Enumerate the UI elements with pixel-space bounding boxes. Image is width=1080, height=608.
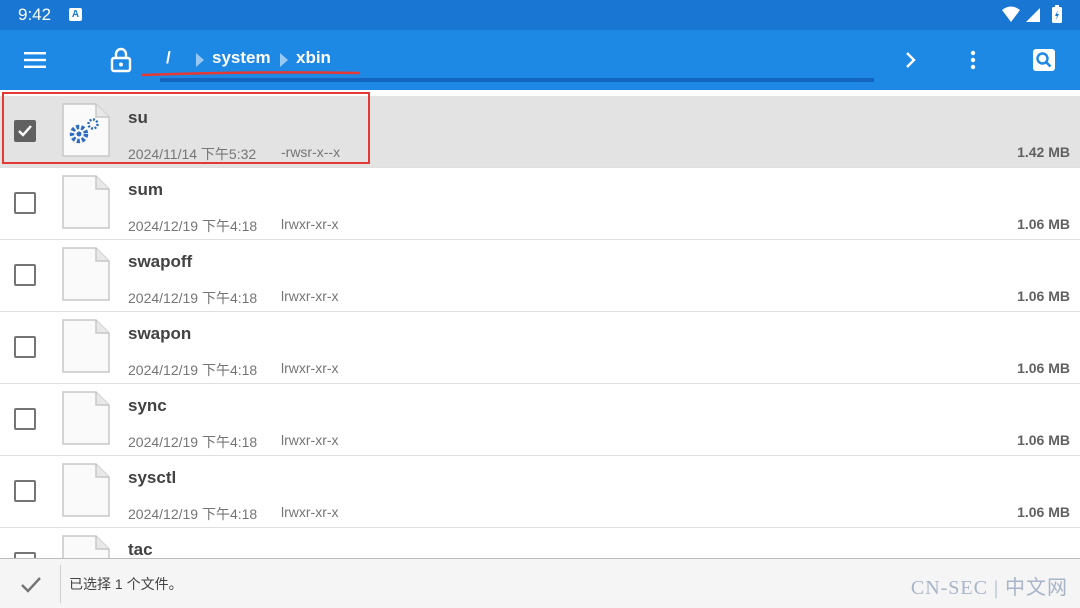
file-permissions: lrwxr-xr-x: [281, 216, 339, 232]
file-row[interactable]: sum 2024/12/19 下午4:18 lrwxr-xr-x 1.06 MB: [0, 168, 1080, 240]
file-date: 2024/12/19 下午4:18: [128, 362, 258, 378]
status-icons: [1002, 5, 1062, 23]
file-size: 1.06 MB: [1017, 432, 1070, 448]
file-name: swapoff: [128, 252, 193, 271]
blank-file-icon: [62, 319, 110, 373]
file-size: 1.06 MB: [1017, 216, 1070, 232]
path-scroll-indicator: [160, 78, 874, 82]
selection-status-text: 已选择 1 个文件。: [69, 576, 183, 592]
blank-file-icon: [62, 463, 110, 517]
menu-button[interactable]: [10, 30, 60, 90]
file-permissions: lrwxr-xr-x: [281, 288, 339, 304]
check-icon: [18, 125, 32, 137]
row-checkbox[interactable]: [14, 192, 36, 214]
signal-icon: [1026, 8, 1040, 22]
status-time: 9:42: [18, 5, 52, 24]
file-manager-screen: 9:42 A / system xbin su 2024/11/14 下午5:3…: [0, 0, 1080, 608]
hamburger-menu-icon: [24, 52, 46, 68]
file-permissions: lrwxr-xr-x: [281, 360, 339, 376]
blank-file-icon: [62, 535, 110, 558]
file-name: sysctl: [128, 468, 177, 487]
file-row[interactable]: swapoff 2024/12/19 下午4:18 lrwxr-xr-x 1.0…: [0, 240, 1080, 312]
more-options-button[interactable]: [948, 30, 998, 90]
breadcrumb-system[interactable]: system: [212, 48, 271, 68]
blank-file-icon: [62, 247, 110, 301]
notification-a-icon: A: [69, 8, 82, 21]
file-name: swapon: [128, 324, 192, 343]
breadcrumb-xbin[interactable]: xbin: [296, 48, 331, 68]
more-vert-icon: [970, 50, 976, 70]
file-size: 1.06 MB: [1017, 360, 1070, 376]
file-row[interactable]: tac: [0, 528, 1080, 558]
search-button[interactable]: [1019, 30, 1069, 90]
row-checkbox[interactable]: [14, 264, 36, 286]
red-annotation-underline: [141, 71, 361, 77]
toolbar: / system xbin: [0, 30, 1080, 90]
watermark: CN-SEC | 中文网: [910, 577, 1068, 599]
lock-button[interactable]: [96, 30, 146, 90]
status-bar: 9:42 A: [0, 0, 1080, 30]
file-date: 2024/11/14 下午5:32: [128, 146, 257, 162]
bottom-action-bar: 已选择 1 个文件。 CN-SEC | 中文网: [0, 558, 1080, 608]
breadcrumb-root[interactable]: /: [166, 48, 171, 68]
chevron-right-icon: [906, 52, 916, 68]
file-date: 2024/12/19 下午4:18: [128, 290, 258, 306]
forward-button[interactable]: [886, 30, 936, 90]
file-size: 1.06 MB: [1017, 288, 1070, 304]
lock-icon: [110, 47, 132, 73]
file-date: 2024/12/19 下午4:18: [128, 434, 258, 450]
done-check-icon[interactable]: [18, 572, 44, 598]
file-row[interactable]: swapon 2024/12/19 下午4:18 lrwxr-xr-x 1.06…: [0, 312, 1080, 384]
file-row[interactable]: sysctl 2024/12/19 下午4:18 lrwxr-xr-x 1.06…: [0, 456, 1080, 528]
file-date: 2024/12/19 下午4:18: [128, 218, 258, 234]
breadcrumb-separator-icon: [280, 53, 288, 67]
battery-icon: [1052, 5, 1062, 23]
file-permissions: -rwsr-x--x: [281, 144, 341, 160]
file-permissions: lrwxr-xr-x: [281, 432, 339, 448]
file-permissions: lrwxr-xr-x: [281, 504, 339, 520]
blank-file-icon: [62, 391, 110, 445]
row-checkbox[interactable]: [14, 336, 36, 358]
blank-file-icon: [62, 175, 110, 229]
file-row[interactable]: su 2024/11/14 下午5:32 -rwsr-x--x 1.42 MB: [0, 96, 1080, 168]
wifi-icon: [1002, 6, 1020, 22]
divider: [60, 565, 61, 603]
settings-file-icon: [62, 103, 110, 157]
search-icon: [1033, 49, 1055, 71]
row-checkbox[interactable]: [14, 120, 36, 142]
file-list: su 2024/11/14 下午5:32 -rwsr-x--x 1.42 MB …: [0, 96, 1080, 558]
row-checkbox[interactable]: [14, 408, 36, 430]
file-row[interactable]: sync 2024/12/19 下午4:18 lrwxr-xr-x 1.06 M…: [0, 384, 1080, 456]
file-size: 1.42 MB: [1017, 144, 1070, 160]
file-name: sync: [128, 396, 167, 415]
file-size: 1.06 MB: [1017, 504, 1070, 520]
row-checkbox[interactable]: [14, 480, 36, 502]
file-name: su: [128, 108, 148, 127]
file-name: sum: [128, 180, 163, 199]
file-name: tac: [128, 540, 153, 558]
breadcrumb-separator-icon: [196, 53, 204, 67]
file-date: 2024/12/19 下午4:18: [128, 506, 258, 522]
